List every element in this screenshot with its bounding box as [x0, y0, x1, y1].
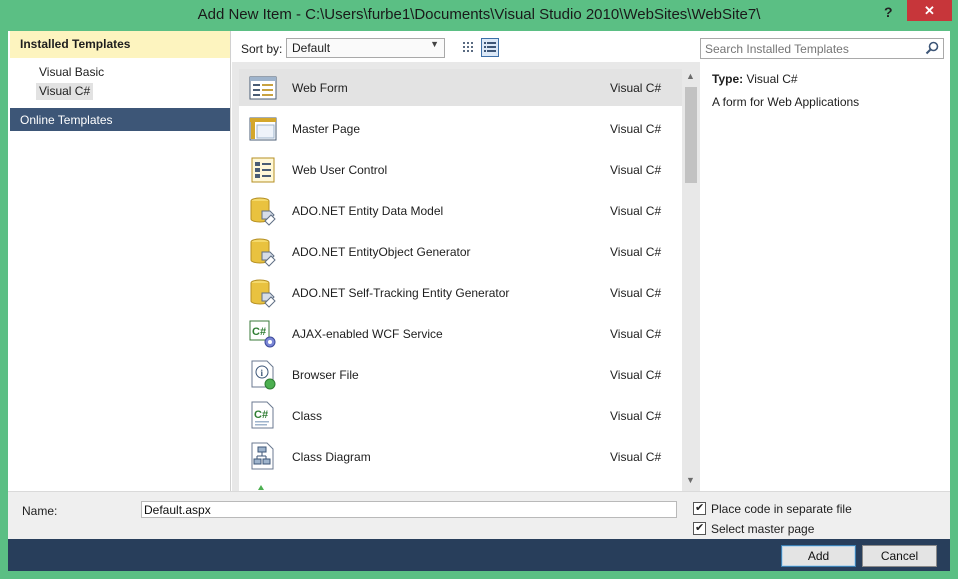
sort-by-label: Sort by:	[241, 42, 283, 56]
dialog-footer: Add Cancel	[8, 539, 950, 571]
item-name: Browser File	[292, 368, 359, 382]
search-box[interactable]	[700, 38, 944, 59]
master-page-icon	[249, 117, 277, 141]
name-field[interactable]	[141, 501, 677, 518]
title-bar[interactable]: Add New Item - C:\Users\furbe1\Documents…	[0, 0, 958, 31]
item-name: ADO.NET EntityObject Generator	[292, 245, 471, 259]
scrollbar-thumb[interactable]	[685, 87, 697, 183]
sort-by-dropdown[interactable]: Default ▼	[286, 38, 445, 58]
web-user-control-icon	[251, 157, 275, 183]
scroll-up-icon[interactable]: ▲	[686, 71, 695, 81]
name-label: Name:	[22, 504, 58, 518]
wcf-service-icon: C#	[249, 320, 276, 348]
item-language: Visual C#	[610, 409, 662, 423]
tree-item-visual-csharp[interactable]: Visual C#	[36, 83, 94, 100]
item-name: Web User Control	[292, 163, 388, 177]
item-language: Visual C#	[610, 122, 662, 136]
detail-type: Type: Visual C#	[712, 72, 798, 86]
list-item[interactable]: C# AJAX-enabled WCF Service Visual C#	[239, 315, 682, 352]
browser-file-icon: i	[251, 360, 276, 390]
select-master-page-label[interactable]: Select master page	[711, 522, 814, 536]
medium-icons-view-button[interactable]	[460, 38, 478, 57]
list-item[interactable]: C# Class Visual C#	[239, 397, 682, 434]
scroll-down-icon[interactable]: ▼	[686, 475, 695, 485]
item-name: ADO.NET Self-Tracking Entity Generator	[292, 286, 510, 300]
list-item[interactable]: ADO.NET EntityObject Generator Visual C#	[239, 233, 682, 270]
list-item[interactable]: Web Form Visual C#	[239, 69, 682, 106]
detail-type-value: Visual C#	[746, 72, 798, 86]
template-list: Web Form Visual C# Master Page Visual C#	[232, 62, 700, 491]
web-form-icon	[249, 76, 277, 100]
item-name: ADO.NET Entity Data Model	[292, 204, 444, 218]
details-panel: Type: Visual C# A form for Web Applicati…	[700, 31, 948, 491]
list-item-partial[interactable]	[239, 479, 682, 491]
place-code-separate-label[interactable]: Place code in separate file	[711, 502, 852, 516]
item-language: Visual C#	[610, 81, 662, 95]
item-language: Visual C#	[610, 163, 662, 177]
chevron-down-icon: ▼	[430, 39, 439, 49]
search-input[interactable]	[705, 41, 917, 56]
database-icon	[250, 197, 276, 226]
item-name: Class Diagram	[292, 450, 371, 464]
help-button[interactable]: ?	[884, 4, 893, 20]
template-list-scrollbar[interactable]: ▲ ▼	[682, 69, 700, 491]
list-item[interactable]: ADO.NET Entity Data Model Visual C#	[239, 192, 682, 229]
item-name: Master Page	[292, 122, 361, 136]
item-language: Visual C#	[610, 450, 662, 464]
class-diagram-icon	[251, 442, 274, 470]
item-language: Visual C#	[610, 286, 662, 300]
window-title: Add New Item - C:\Users\furbe1\Documents…	[197, 6, 761, 23]
add-button[interactable]: Add	[781, 545, 856, 567]
item-language: Visual C#	[610, 204, 662, 218]
item-language: Visual C#	[610, 245, 662, 259]
template-categories-panel: Installed Templates Visual Basic Visual …	[10, 31, 231, 491]
close-button[interactable]: ✕	[907, 0, 952, 21]
grid-view-icon	[463, 42, 473, 52]
details-view-button[interactable]	[481, 38, 499, 57]
database-icon	[250, 279, 276, 308]
search-icon[interactable]	[925, 41, 939, 55]
tree-item-visual-basic[interactable]: Visual Basic	[36, 64, 107, 81]
list-item[interactable]: ADO.NET Self-Tracking Entity Generator V…	[239, 274, 682, 311]
list-item[interactable]: i Browser File Visual C#	[239, 356, 682, 393]
class-icon: C#	[251, 401, 274, 429]
sort-by-value: Default	[292, 41, 331, 55]
list-item[interactable]: Web User Control Visual C#	[239, 151, 682, 188]
dialog-body: Installed Templates Visual Basic Visual …	[8, 31, 950, 571]
name-row: Name: Place code in separate file Select…	[8, 491, 950, 539]
list-item[interactable]: Master Page Visual C#	[239, 110, 682, 147]
list-view-icon	[484, 42, 496, 52]
item-language: Visual C#	[610, 327, 662, 341]
item-name: Class	[292, 409, 323, 423]
svg-text:C#: C#	[252, 326, 266, 338]
list-item[interactable]: Class Diagram Visual C#	[239, 438, 682, 475]
svg-text:C#: C#	[254, 409, 268, 421]
place-code-separate-checkbox[interactable]	[693, 501, 706, 515]
partial-item-icon	[258, 485, 264, 490]
item-name: AJAX-enabled WCF Service	[292, 327, 443, 341]
sort-toolbar: Sort by: Default ▼	[232, 31, 692, 62]
installed-templates-header[interactable]: Installed Templates	[10, 31, 230, 58]
item-name: Web Form	[292, 81, 348, 95]
select-master-page-checkbox[interactable]	[693, 521, 706, 535]
detail-type-label: Type:	[712, 72, 744, 86]
database-icon	[250, 238, 276, 267]
item-language: Visual C#	[610, 368, 662, 382]
detail-description: A form for Web Applications	[712, 95, 860, 109]
template-list-viewport: Web Form Visual C# Master Page Visual C#	[239, 69, 682, 491]
online-templates-header[interactable]: Online Templates	[10, 108, 230, 131]
cancel-button[interactable]: Cancel	[862, 545, 937, 567]
